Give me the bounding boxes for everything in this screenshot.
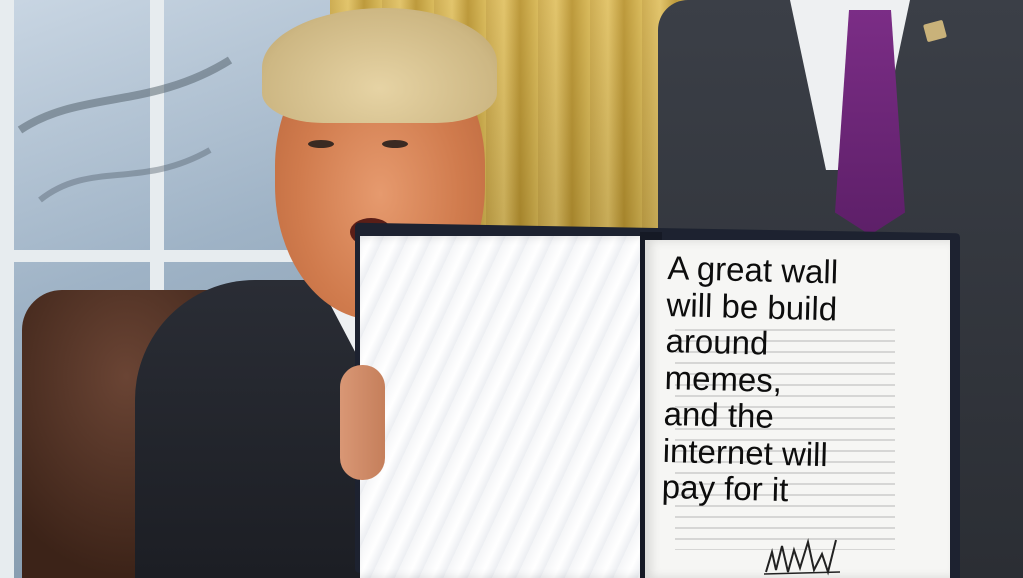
- left-eye: [308, 140, 334, 148]
- right-eye: [382, 140, 408, 148]
- main-figure-hair: [262, 8, 497, 123]
- signature-scribble: [763, 538, 841, 576]
- folder-left-page: [360, 236, 658, 578]
- meme-caption: A great wall will be build around memes,…: [661, 249, 839, 509]
- photo-scene: A great wall will be build around memes,…: [0, 0, 1023, 578]
- holding-hand: [340, 365, 385, 480]
